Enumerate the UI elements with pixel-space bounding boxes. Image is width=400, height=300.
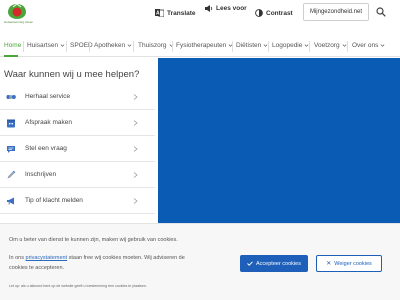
nav-label: Over ons bbox=[352, 42, 379, 49]
chevron-right-icon bbox=[133, 94, 138, 100]
nav-label: Fysiotherapeuten bbox=[176, 42, 227, 49]
cookie-banner: Om u beter van dienst te kunnen zijn, ma… bbox=[0, 223, 400, 300]
service-label: Herhaal service bbox=[25, 93, 71, 100]
cookie-policy-text: In ons privacystatement staan free wij c… bbox=[9, 255, 185, 261]
nav-label: Apotheken bbox=[94, 42, 126, 49]
translate-icon: A bbox=[155, 9, 164, 17]
mijngezondheid-button[interactable]: Mijngezondheid.net bbox=[303, 3, 369, 21]
nav-label: Voetzorg bbox=[314, 42, 340, 49]
service-item-inschrijven[interactable]: Inschrijven bbox=[0, 162, 155, 188]
nav-item-thuiszorg[interactable]: Thuiszorg bbox=[138, 42, 174, 49]
nav-divider bbox=[268, 41, 269, 52]
top-bar: Huisartsenzorg Assen A Translate Lees vo… bbox=[0, 0, 400, 36]
chevron-right-icon bbox=[133, 146, 138, 152]
site-logo[interactable]: Huisartsenzorg Assen bbox=[4, 3, 33, 31]
nav-label: Home bbox=[4, 42, 22, 49]
nav-item-apotheken[interactable]: Apotheken bbox=[94, 42, 132, 49]
nav-label: Huisartsen bbox=[27, 42, 59, 49]
nav-divider bbox=[347, 41, 348, 52]
pen-icon bbox=[7, 170, 16, 179]
nav-divider bbox=[232, 41, 233, 52]
help-question-heading: Waar kunnen wij u mee helpen? bbox=[4, 69, 140, 80]
service-item-vraag[interactable]: Stel een vraag bbox=[0, 136, 155, 162]
nav-divider bbox=[133, 41, 134, 52]
svg-text:A: A bbox=[156, 11, 160, 17]
contrast-icon bbox=[255, 9, 263, 17]
cookie-intro-text: Om u beter van dienst te kunnen zijn, ma… bbox=[9, 237, 178, 243]
nav-item-huisartsen[interactable]: Huisartsen bbox=[27, 42, 65, 49]
contrast-button[interactable]: Contrast bbox=[255, 7, 293, 19]
cookie-advice-text: cookies te accepteren. bbox=[9, 265, 65, 271]
nav-label: Diëtisten bbox=[236, 42, 262, 49]
nav-item-logopedie[interactable]: Logopedie bbox=[272, 42, 309, 49]
nav-divider bbox=[23, 41, 24, 52]
read-aloud-button[interactable]: Lees voor bbox=[205, 2, 247, 14]
main-navigation: Home Huisartsen SPOED Apotheken Thuiszor… bbox=[0, 37, 400, 57]
cookie-policy-prefix: In ons bbox=[9, 255, 24, 261]
deny-cookies-label: Weiger cookies bbox=[334, 260, 372, 267]
cookie-policy-suffix: staan free wij cookies moeten. Wij advis… bbox=[68, 255, 185, 261]
read-aloud-label: Lees voor bbox=[216, 4, 247, 12]
chevron-right-icon bbox=[133, 172, 138, 178]
logo-mark-icon bbox=[8, 3, 26, 19]
active-nav-indicator bbox=[4, 55, 18, 57]
service-label: Inschrijven bbox=[25, 171, 57, 178]
nav-item-home[interactable]: Home bbox=[4, 42, 21, 49]
nav-item-dietisten[interactable]: Diëtisten bbox=[236, 42, 268, 49]
accept-cookies-button[interactable]: Accepteer cookies bbox=[240, 255, 308, 272]
deny-cookies-button[interactable]: ✕ Weiger cookies bbox=[316, 255, 382, 272]
translate-button[interactable]: A Translate bbox=[155, 7, 196, 19]
close-icon: ✕ bbox=[326, 261, 332, 267]
service-item-afspraak[interactable]: Afspraak maken bbox=[0, 110, 155, 136]
chevron-down-icon bbox=[60, 44, 65, 47]
check-icon bbox=[247, 261, 253, 266]
service-label: Stel een vraag bbox=[25, 145, 67, 152]
pills-icon bbox=[6, 95, 16, 99]
service-item-klacht[interactable]: Tip of klacht melden bbox=[0, 188, 155, 214]
speaker-icon bbox=[205, 4, 213, 12]
chat-icon bbox=[7, 146, 15, 153]
search-icon[interactable] bbox=[376, 7, 386, 17]
nav-item-voetzorg[interactable]: Voetzorg bbox=[314, 42, 347, 49]
nav-divider bbox=[89, 41, 90, 52]
accept-cookies-label: Accepteer cookies bbox=[256, 260, 301, 267]
calendar-icon bbox=[7, 119, 15, 128]
nav-label: Logopedie bbox=[272, 42, 303, 49]
service-label: Afspraak maken bbox=[25, 119, 72, 126]
hero-image-panel bbox=[158, 58, 400, 223]
cookie-fine-print: Let op: als u akkoord bent op de website… bbox=[9, 284, 147, 288]
service-menu: Herhaal service Afspraak maken Stel een … bbox=[0, 84, 155, 214]
nav-label: Thuiszorg bbox=[138, 42, 167, 49]
nav-divider bbox=[66, 41, 67, 52]
contrast-label: Contrast bbox=[266, 9, 293, 17]
chevron-right-icon bbox=[133, 120, 138, 126]
nav-item-over-ons[interactable]: Over ons bbox=[352, 42, 385, 49]
service-label: Tip of klacht melden bbox=[25, 197, 83, 204]
logo-text: Huisartsenzorg Assen bbox=[4, 20, 34, 24]
chevron-down-icon bbox=[380, 44, 385, 47]
chevron-right-icon bbox=[133, 198, 138, 204]
nav-item-fysiotherapeuten[interactable]: Fysiotherapeuten bbox=[176, 42, 233, 49]
privacy-statement-link[interactable]: privacystatement bbox=[26, 255, 68, 261]
translate-label: Translate bbox=[167, 9, 196, 17]
chevron-down-icon bbox=[127, 44, 132, 47]
nav-divider bbox=[172, 41, 173, 52]
megaphone-icon bbox=[7, 197, 14, 205]
nav-divider bbox=[309, 41, 310, 52]
service-item-herhaal[interactable]: Herhaal service bbox=[0, 84, 155, 110]
chevron-down-icon bbox=[342, 44, 347, 47]
